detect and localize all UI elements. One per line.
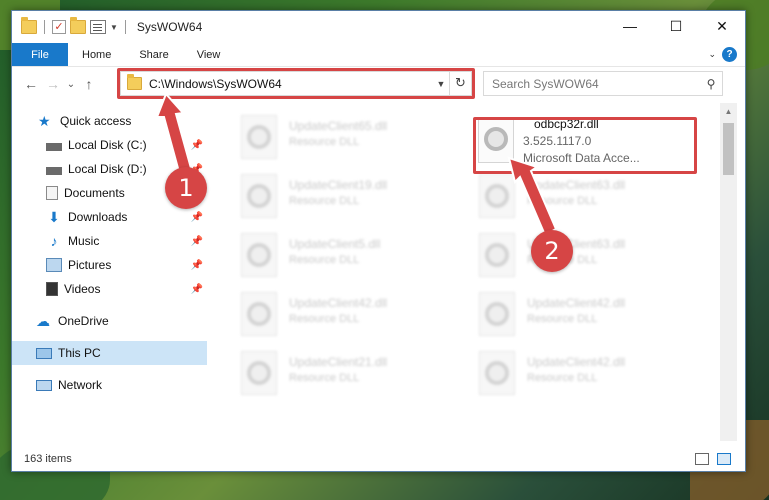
callout-number-2: 2	[531, 230, 573, 272]
callout-number-1: 1	[165, 167, 207, 209]
annotation-arrows	[155, 92, 558, 237]
arrow-2	[507, 156, 558, 237]
